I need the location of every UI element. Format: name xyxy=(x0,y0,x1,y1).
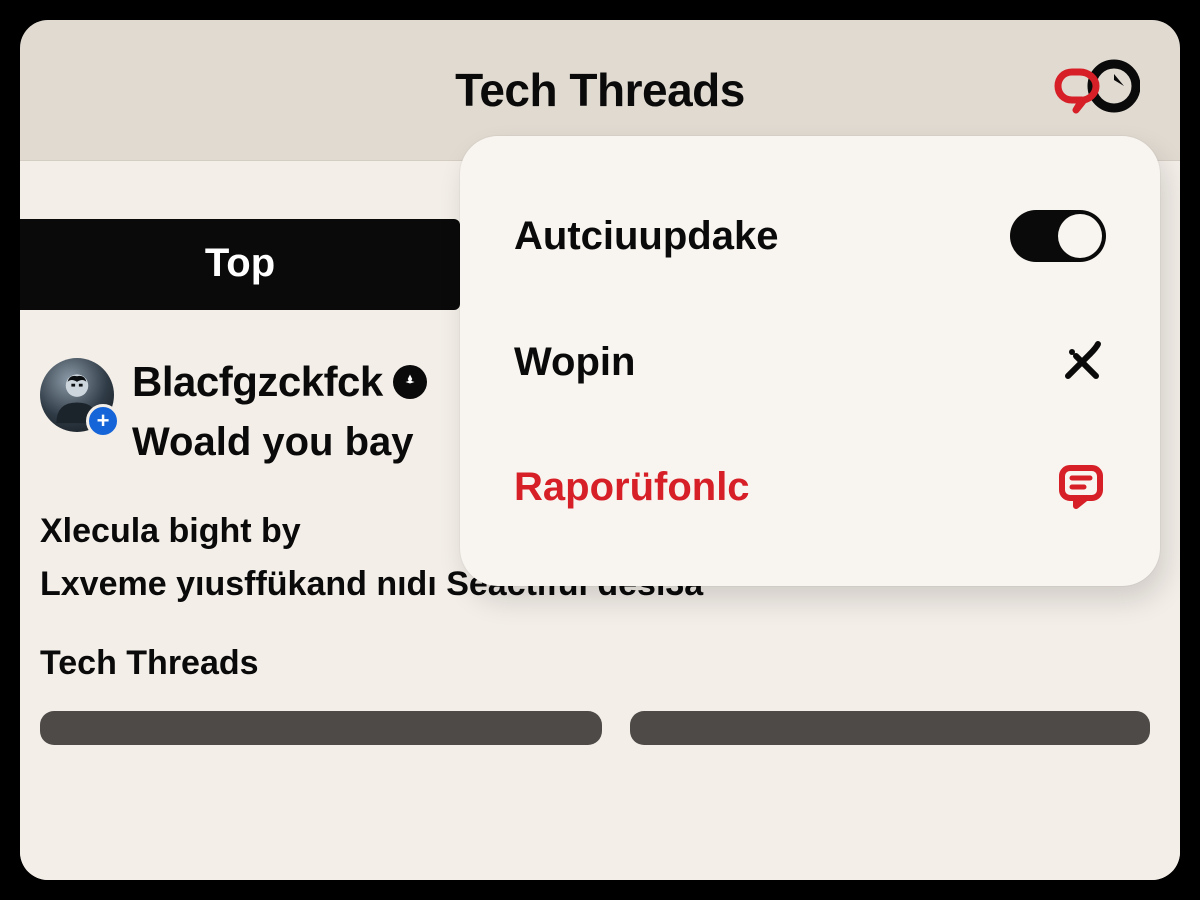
popover-item-label: Autciuupdake xyxy=(514,214,778,259)
avatar[interactable]: + xyxy=(40,358,114,432)
tools-icon xyxy=(1058,338,1106,386)
post-action-bar xyxy=(40,711,1150,745)
toggle-switch[interactable] xyxy=(1010,210,1106,262)
page-title: Tech Threads xyxy=(455,63,745,117)
add-user-icon[interactable]: + xyxy=(86,404,120,438)
thread-tag[interactable]: Tech Threads xyxy=(40,644,1150,683)
post-username[interactable]: Blacfgzckfck xyxy=(132,358,383,406)
post-action-primary[interactable] xyxy=(40,711,602,745)
popover-item-autoupdate[interactable]: Autciuupdake xyxy=(514,186,1106,286)
popover-item-label: Raporüfonlc xyxy=(514,465,750,510)
popover-item-report[interactable]: Raporüfonlc xyxy=(514,438,1106,536)
report-icon xyxy=(1056,462,1106,512)
post-action-secondary[interactable] xyxy=(630,711,1150,745)
options-popover: Autciuupdake Wopin Raporüfonlc xyxy=(460,136,1160,586)
popover-item-wopin[interactable]: Wopin xyxy=(514,314,1106,410)
tab-top[interactable]: Top xyxy=(20,219,460,310)
tab-bar: Top xyxy=(20,219,460,310)
brand-logo[interactable] xyxy=(1050,56,1140,116)
verified-badge-icon xyxy=(393,365,427,399)
app-frame: Tech Threads Top xyxy=(20,20,1180,880)
popover-item-label: Wopin xyxy=(514,340,635,385)
